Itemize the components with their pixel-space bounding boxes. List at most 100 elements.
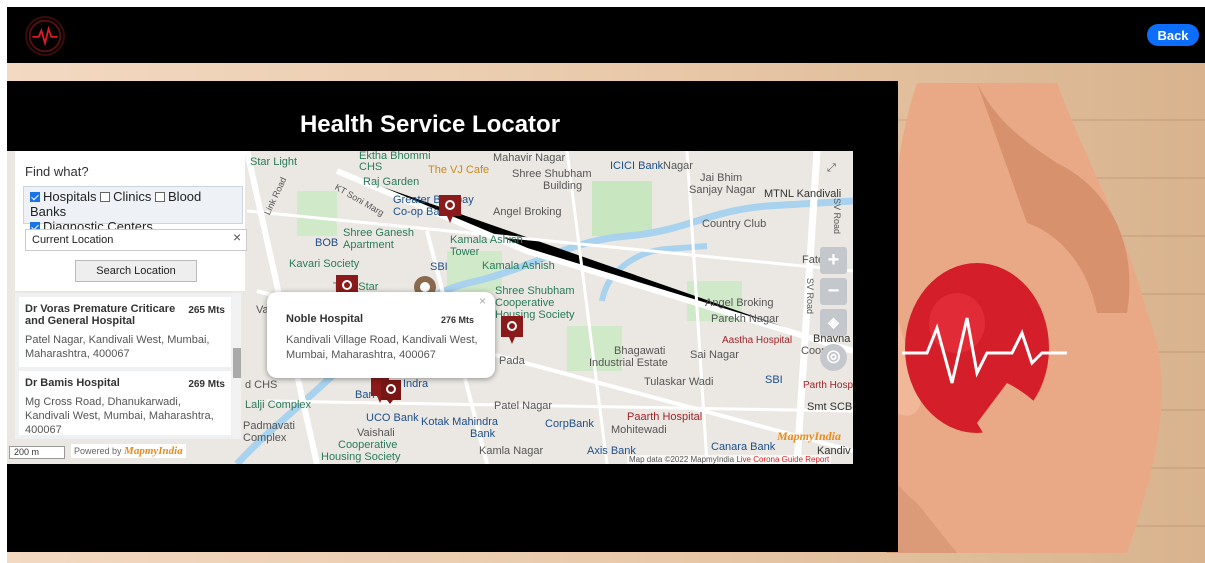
clinics-checkbox[interactable] bbox=[100, 192, 111, 202]
heartbeat-logo-icon[interactable] bbox=[25, 16, 65, 56]
map-scale: 200 m bbox=[9, 446, 65, 459]
map-label: Smt SCB bbox=[807, 401, 853, 413]
map-label: Sai Nagar bbox=[690, 349, 739, 361]
map-label: Cooperative bbox=[338, 439, 398, 451]
zoom-out-button[interactable]: − bbox=[820, 278, 847, 305]
result-address: Mg Cross Road, Dhanukarwadi, Kandivali W… bbox=[25, 396, 214, 436]
hospital-pin-icon[interactable] bbox=[501, 316, 523, 344]
map-attribution: Map data ©2022 MapmyIndia Live Corona Gu… bbox=[627, 455, 832, 464]
zoom-in-button[interactable]: + bbox=[820, 247, 847, 274]
map-label: SBI bbox=[765, 374, 783, 386]
result-name: Dr Bamis Hospital bbox=[25, 377, 120, 389]
map-label: Apartment bbox=[343, 239, 394, 251]
layers-icon[interactable]: ◈ bbox=[820, 309, 847, 336]
popup-address: Kandivali Village Road, Kandivali West, … bbox=[286, 334, 478, 361]
map-label: Parekh Nagar bbox=[711, 313, 779, 325]
result-distance: 265 Mts bbox=[188, 305, 225, 316]
clear-icon[interactable]: × bbox=[233, 229, 241, 245]
powered-by-text: Powered by bbox=[74, 446, 122, 456]
map-brand-logo: MapmyIndia bbox=[777, 429, 842, 443]
map-label: Complex bbox=[243, 432, 287, 444]
map-label: Shree Ganesh bbox=[343, 227, 414, 239]
map-label: d CHS bbox=[245, 379, 278, 391]
map-label: Kotak Mahindra bbox=[421, 416, 499, 428]
fullscreen-icon[interactable]: ⤢ bbox=[827, 161, 836, 175]
locator-panel: Health Service Locator Star Light Ektha … bbox=[7, 81, 898, 552]
find-label: Find what? bbox=[25, 164, 89, 179]
map-label: SV Road bbox=[832, 197, 843, 235]
filter-clinics[interactable]: Clinics bbox=[100, 189, 151, 204]
hospitals-checkbox[interactable] bbox=[30, 192, 40, 202]
filter-label: Hospitals bbox=[43, 189, 97, 204]
filter-checkboxes: Hospitals Clinics Blood Banks Diagnostic… bbox=[23, 186, 243, 234]
results-scrollbar[interactable] bbox=[233, 293, 241, 439]
map-label: Canara Bank bbox=[711, 441, 776, 453]
hospital-pin-icon[interactable] bbox=[439, 195, 461, 223]
result-item[interactable]: Dr Voras Premature Criticare and General… bbox=[19, 297, 231, 367]
map-label: Aastha Hospital bbox=[722, 335, 793, 346]
map-label: Angel Broking bbox=[705, 297, 774, 309]
page-title: Health Service Locator bbox=[299, 111, 561, 138]
filter-label: Clinics bbox=[113, 189, 152, 204]
popup-close-icon[interactable]: × bbox=[479, 294, 486, 308]
map-label: SBI bbox=[430, 261, 448, 273]
back-button[interactable]: Back bbox=[1147, 24, 1199, 46]
map-label: Kamala Ashish bbox=[450, 234, 523, 246]
search-location-button[interactable]: Search Location bbox=[75, 260, 197, 282]
filter-hospitals[interactable]: Hospitals bbox=[30, 189, 96, 204]
map-label: The VJ Cafe bbox=[428, 164, 490, 176]
map-label: Mohitewadi bbox=[611, 424, 667, 436]
map-label: CorpBank bbox=[545, 418, 594, 430]
map-label: Angel Broking bbox=[493, 206, 562, 218]
hospital-popup: Noble Hospital 276 Mts Kandivali Village… bbox=[267, 292, 495, 378]
hospital-pin-cluster-icon[interactable] bbox=[371, 376, 401, 404]
map-label: Indra bbox=[403, 378, 429, 390]
map-label: BOB bbox=[315, 237, 339, 249]
map-label: Bhagawati bbox=[614, 345, 666, 357]
map-label: Kavari Society bbox=[289, 258, 360, 270]
map-label: Star Light bbox=[250, 156, 298, 168]
map-label: Housing Society bbox=[321, 451, 401, 463]
map-label: Country Club bbox=[702, 218, 767, 230]
location-input[interactable] bbox=[25, 229, 247, 251]
result-item[interactable]: Dr Bamis Hospital 269 Mts Mg Cross Road,… bbox=[19, 371, 231, 436]
map-label: Kamala Ashish bbox=[482, 260, 555, 272]
locate-icon[interactable]: ◎ bbox=[820, 344, 847, 371]
map-label: Nagar bbox=[663, 160, 693, 172]
map-label: Patel Nagar bbox=[494, 400, 553, 412]
search-panel: Find what? Hospitals Clinics Blood Banks… bbox=[15, 151, 247, 291]
map-label: Vaishali bbox=[357, 427, 395, 439]
attribution-link[interactable]: Live Corona Guide Report bbox=[736, 455, 829, 464]
map-label: Cooperative bbox=[495, 297, 555, 309]
map-label: Paarth Hospital bbox=[627, 411, 703, 423]
map-label: Industrial Estate bbox=[589, 357, 668, 369]
blood-banks-checkbox[interactable] bbox=[155, 192, 166, 202]
map-label: SV Road bbox=[805, 277, 816, 315]
map-label: CHS bbox=[359, 161, 383, 173]
map-label: Shree Shubham bbox=[495, 285, 575, 297]
map-label: Tulaskar Wadi bbox=[644, 376, 714, 388]
map-label: Parth Hosp bbox=[803, 380, 853, 391]
map-label: Lalji Complex bbox=[245, 399, 312, 411]
result-distance: 269 Mts bbox=[188, 379, 225, 390]
map-label: Bank bbox=[470, 428, 496, 440]
map[interactable]: Star Light Ektha Bhommi CHS Raj Garden T… bbox=[7, 151, 853, 464]
map-label: Jai Bhim bbox=[700, 172, 743, 184]
map-label: ICICI Bank bbox=[610, 160, 664, 172]
map-label: Tower bbox=[450, 246, 480, 258]
result-address: Patel Nagar, Kandivali West, Mumbai, Mah… bbox=[25, 334, 210, 360]
map-label: Padmavati bbox=[243, 420, 295, 432]
result-name: Dr Voras Premature Criticare and General… bbox=[25, 303, 176, 327]
map-label: MTNL Kandivali bbox=[764, 188, 842, 200]
top-bar: Back bbox=[7, 7, 1205, 63]
map-label: Building bbox=[543, 180, 583, 192]
scrollbar-thumb[interactable] bbox=[233, 348, 241, 378]
attribution-text: Map data ©2022 MapmyIndia bbox=[629, 455, 735, 464]
powered-by: Powered by MapmyIndia bbox=[71, 444, 186, 458]
popup-name: Noble Hospital bbox=[286, 313, 364, 325]
map-label: Mahavir Nagar bbox=[493, 152, 566, 164]
map-label: Sanjay Nagar bbox=[689, 184, 756, 196]
map-label: Raj Garden bbox=[363, 176, 420, 188]
map-label: Shree Shubham bbox=[512, 168, 592, 180]
results-list: Dr Voras Premature Criticare and General… bbox=[15, 293, 233, 439]
